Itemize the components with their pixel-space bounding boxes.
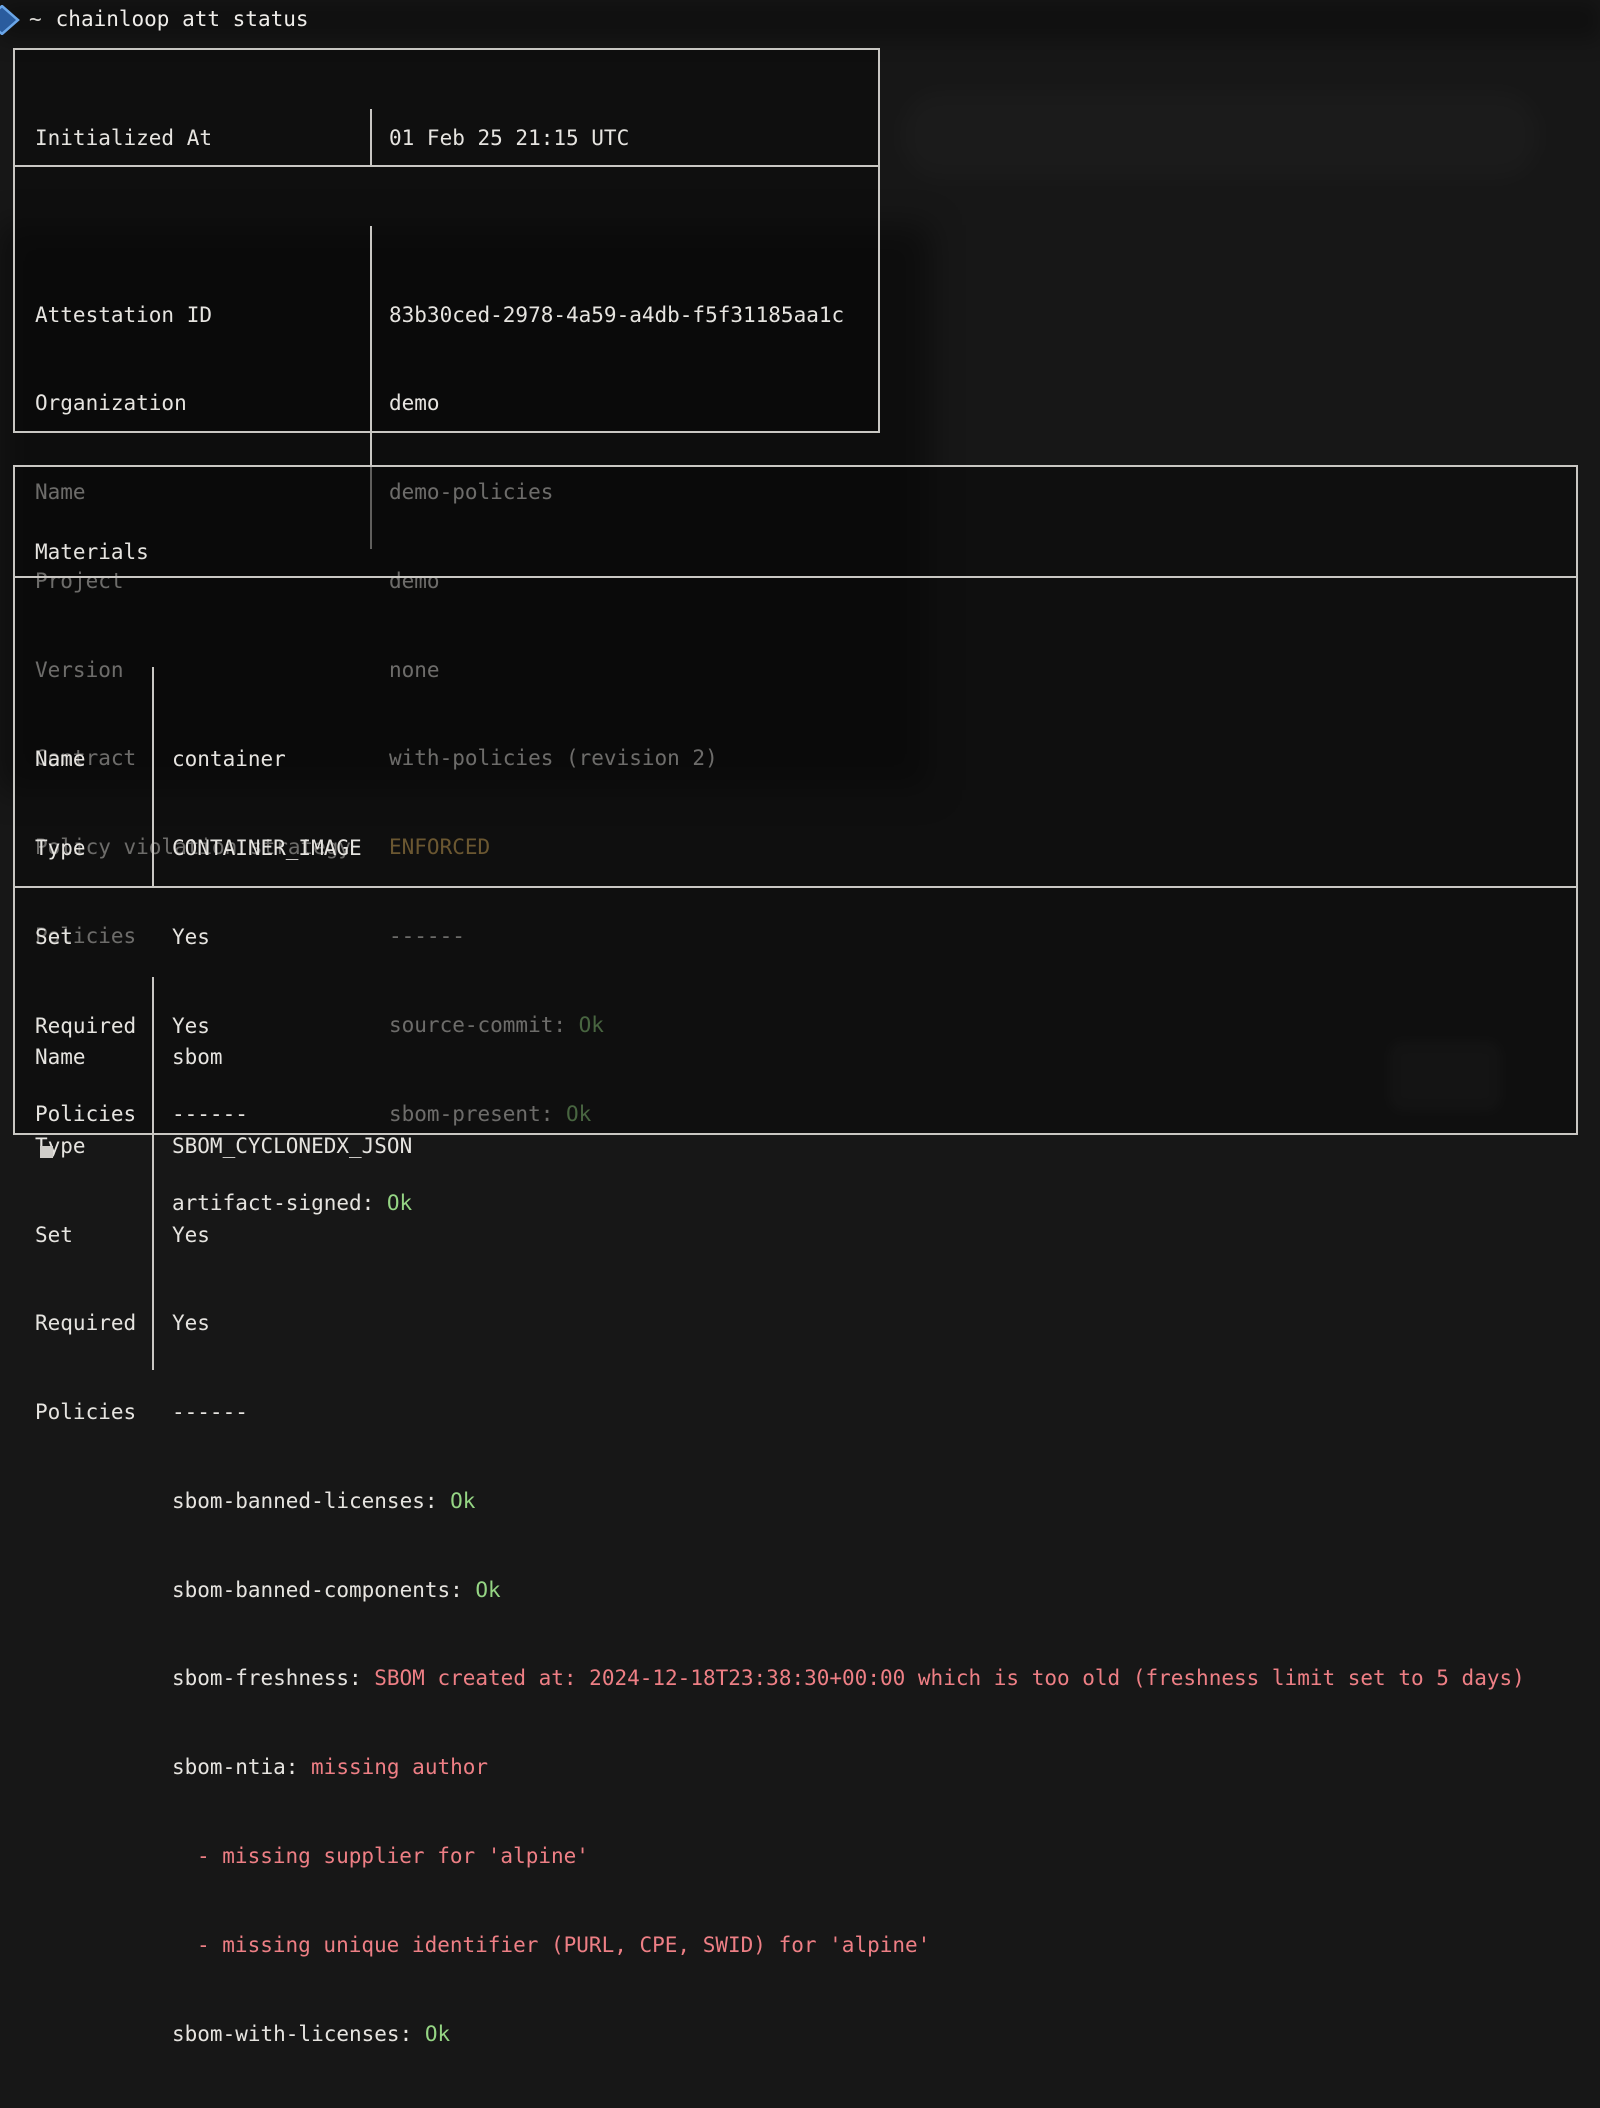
field-label: Required — [35, 1309, 152, 1339]
terminal-cursor — [40, 1146, 53, 1158]
policies-divider: ------ — [172, 1398, 1576, 1428]
field-label: Set — [35, 1221, 152, 1251]
policy-violation-detail: - missing supplier for 'alpine' — [172, 1842, 1576, 1872]
attestation-status-table: Initialized At 01 Feb 25 21:15 UTC Attes… — [13, 48, 880, 433]
initialized-at-value: 01 Feb 25 21:15 UTC — [370, 109, 878, 165]
policy-result-line: sbom-with-licenses: Ok — [172, 2020, 1576, 2050]
material-set-value: Yes — [172, 923, 1576, 953]
organization-value: demo — [389, 389, 878, 419]
material-name-value: sbom — [172, 1043, 1576, 1073]
policy-status-ok: Ok — [475, 1578, 500, 1602]
policy-result-line: sbom-ntia: missing author — [172, 1753, 1576, 1783]
attestation-header-row: Initialized At 01 Feb 25 21:15 UTC — [15, 109, 878, 167]
field-label: Name — [35, 1043, 152, 1073]
policy-name: sbom-with-licenses: — [172, 2022, 412, 2046]
prompt-arrow-icon — [0, 5, 22, 35]
backdrop-light-blob — [900, 90, 1540, 180]
policy-status-error: SBOM created at: 2024-12-18T23:38:30+00:… — [374, 1666, 1525, 1690]
terminal-screen[interactable]: ~ chainloop att status Initialized At 01… — [0, 0, 1600, 1155]
policy-result-line: sbom-freshness: SBOM created at: 2024-12-… — [172, 1664, 1576, 1694]
policy-status-error: missing author — [311, 1755, 488, 1779]
field-label: Type — [35, 834, 152, 864]
field-label: Name — [35, 745, 152, 775]
material-required-value: Yes — [172, 1309, 1576, 1339]
command-text: chainloop att status — [56, 5, 309, 35]
field-label: Policies — [35, 1398, 152, 1428]
shell-prompt: ~ chainloop att status — [0, 4, 309, 36]
policy-result-line: sbom-banned-licenses: Ok — [172, 1487, 1576, 1517]
attestation-id-value: 83b30ced-2978-4a59-a4db-f5f31185aa1c — [389, 301, 878, 331]
material-name-value: container — [172, 745, 1576, 775]
material-row-sbom: Name Type Set Required Policies sbom SBO… — [15, 977, 1576, 1370]
material-field-values: sbom SBOM_CYCLONEDX_JSON Yes Yes ------ … — [152, 977, 1576, 1370]
policy-name: sbom-freshness: — [172, 1666, 362, 1690]
material-set-value: Yes — [172, 1221, 1576, 1251]
material-field-values: container CONTAINER_IMAGE Yes Yes ------… — [152, 667, 1576, 886]
initialized-at-label: Initialized At — [15, 109, 370, 165]
material-row-container: Name Type Set Required Policies containe… — [15, 667, 1576, 888]
material-field-labels: Name Type Set Required Policies — [15, 667, 152, 886]
policy-result-line: sbom-banned-components: Ok — [172, 1576, 1576, 1606]
policy-violation-detail: - missing unique identifier (PURL, CPE, … — [172, 1931, 1576, 1961]
material-type-value: CONTAINER_IMAGE — [172, 834, 1576, 864]
policy-status-ok: Ok — [450, 1489, 475, 1513]
materials-title: Materials — [15, 526, 1576, 578]
prompt-path: ~ — [29, 5, 42, 35]
field-label: Attestation ID — [35, 301, 370, 331]
policy-name: sbom-banned-licenses: — [172, 1489, 438, 1513]
material-field-labels: Name Type Set Required Policies — [15, 977, 152, 1370]
field-label: Organization — [35, 389, 370, 419]
materials-table: Materials Name Type Set Required Policie… — [13, 465, 1578, 1135]
policy-name: sbom-banned-components: — [172, 1578, 463, 1602]
field-label: Set — [35, 923, 152, 953]
material-type-value: SBOM_CYCLONEDX_JSON — [172, 1132, 1576, 1162]
policy-status-ok: Ok — [425, 2022, 450, 2046]
policy-name: sbom-ntia: — [172, 1755, 298, 1779]
